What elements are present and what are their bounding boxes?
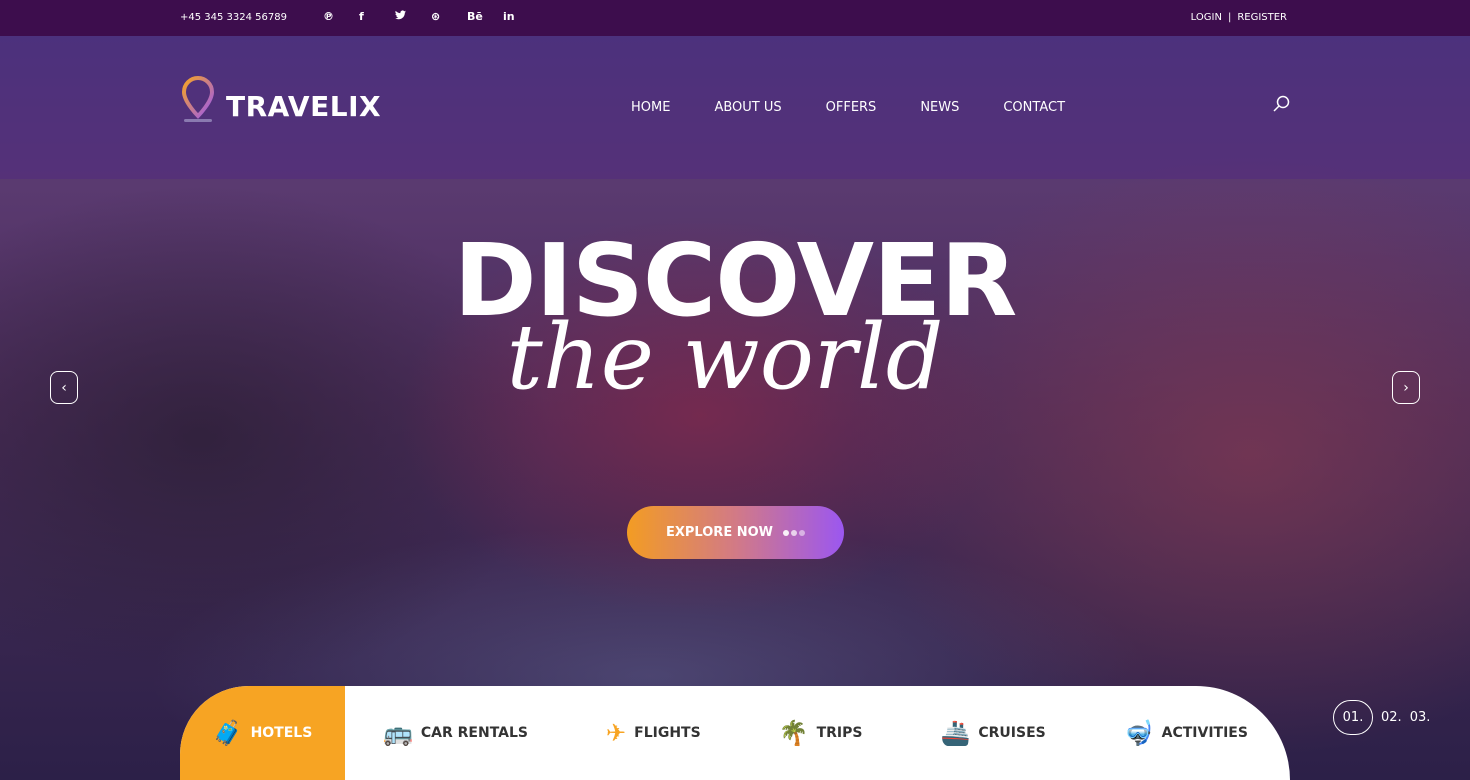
dribbble-icon[interactable]: ⊛ [431, 10, 467, 23]
slide-pager: 01. 02. 03. [1333, 700, 1430, 735]
search-tabs: 🧳 HOTELS 🚌 CAR RENTALS ✈ FLIGHTS 🌴 TRIPS 🚢 CR… [180, 686, 1290, 780]
tab-label: CAR RENTALS [420, 725, 529, 741]
palm-tree-icon: 🌴 [778, 719, 809, 747]
snorkel-icon: 🤿 [1123, 719, 1154, 747]
map-pin-icon [181, 75, 215, 122]
plane-icon: ✈ [606, 719, 627, 747]
twitter-icon[interactable] [395, 10, 431, 23]
login-link[interactable]: LOGIN [1191, 12, 1222, 23]
tab-label: FLIGHTS [634, 725, 701, 741]
prev-slide-button[interactable]: ‹ [50, 371, 78, 404]
top-bar: +45 345 3324 56789 ℗ f ⊛ Bē in LOGIN | REG… [0, 0, 1470, 36]
dots-icon [783, 529, 805, 536]
main-nav: HOME ABOUT US OFFERS NEWS CONTACT [631, 100, 1065, 115]
ship-icon: 🚢 [940, 719, 971, 747]
behance-icon[interactable]: Bē [467, 10, 503, 23]
tab-trips[interactable]: 🌴 TRIPS [779, 686, 863, 780]
pinterest-icon[interactable]: ℗ [323, 10, 359, 23]
search-icon[interactable] [1272, 95, 1290, 117]
slide-1[interactable]: 01. [1333, 700, 1373, 735]
separator: | [1227, 12, 1232, 23]
logo-text: TRAVELIX [226, 89, 382, 123]
tab-cruises[interactable]: 🚢 CRUISES [940, 686, 1045, 780]
tab-flights[interactable]: ✈ FLIGHTS [606, 686, 701, 780]
nav-news[interactable]: NEWS [920, 100, 959, 115]
linkedin-icon[interactable]: in [503, 10, 539, 23]
auth-links: LOGIN | REGISTER [1188, 12, 1290, 23]
tab-label: CRUISES [978, 725, 1046, 741]
social-links: ℗ f ⊛ Bē in [323, 10, 539, 23]
luggage-icon: 🧳 [212, 719, 243, 747]
nav-offers[interactable]: OFFERS [826, 100, 877, 115]
next-slide-button[interactable]: › [1392, 371, 1420, 404]
nav-contact[interactable]: CONTACT [1003, 100, 1065, 115]
tab-label: TRIPS [816, 725, 863, 741]
bus-icon: 🚌 [383, 719, 413, 747]
phone-number: +45 345 3324 56789 [180, 12, 287, 23]
nav-home[interactable]: HOME [631, 100, 670, 115]
slide-2[interactable]: 02. [1381, 710, 1402, 725]
tab-hotels[interactable]: 🧳 HOTELS [180, 686, 345, 780]
chevron-left-icon: ‹ [61, 379, 67, 396]
explore-now-label: EXPLORE NOW [666, 525, 773, 540]
register-link[interactable]: REGISTER [1237, 12, 1287, 23]
tab-label: ACTIVITIES [1161, 725, 1248, 741]
nav-about-us[interactable]: ABOUT US [714, 100, 781, 115]
facebook-icon[interactable]: f [359, 10, 395, 23]
tab-activities[interactable]: 🤿 ACTIVITIES [1124, 686, 1248, 780]
tab-car-rentals[interactable]: 🚌 CAR RENTALS [383, 686, 528, 780]
chevron-right-icon: › [1403, 379, 1409, 396]
explore-now-button[interactable]: EXPLORE NOW [627, 506, 844, 559]
hero-subtitle: the world [506, 305, 944, 410]
tab-label: HOTELS [250, 725, 313, 741]
slide-3[interactable]: 03. [1410, 710, 1431, 725]
logo[interactable]: TRAVELIX [180, 75, 381, 123]
